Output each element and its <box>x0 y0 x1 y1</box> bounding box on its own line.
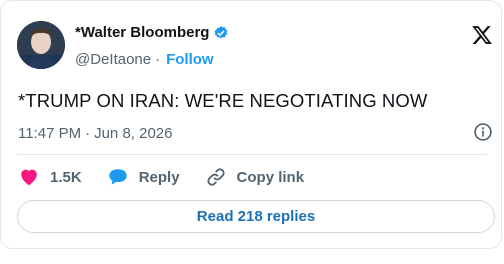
like-button[interactable]: 1.5K <box>18 166 82 188</box>
handle-row: @DeItaone · Follow <box>75 51 214 68</box>
avatar[interactable] <box>17 21 65 69</box>
copy-link-button[interactable]: Copy link <box>205 166 305 188</box>
reply-button[interactable]: Reply <box>107 166 180 188</box>
heart-icon <box>21 169 37 186</box>
like-count: 1.5K <box>50 168 82 186</box>
link-icon <box>206 168 225 186</box>
tweet-timestamp[interactable]: 11:47 PM · Jun 8, 2026 <box>18 125 173 142</box>
divider <box>17 154 487 155</box>
display-name[interactable]: *Walter Bloomberg <box>75 24 209 41</box>
read-replies-button[interactable]: Read 218 replies <box>17 200 495 233</box>
tweet-card: *Walter Bloomberg @DeItaone · Follow *TR… <box>0 0 502 249</box>
tweet-date: Jun 8, 2026 <box>94 125 173 142</box>
handle[interactable]: @DeItaone <box>75 51 151 68</box>
reply-bubble-icon <box>108 169 127 185</box>
tweet-time: 11:47 PM <box>18 125 82 142</box>
timestamp-separator: · <box>85 125 91 142</box>
follow-button[interactable]: Follow <box>166 51 214 68</box>
verified-badge-icon <box>213 25 229 41</box>
info-icon[interactable] <box>473 122 493 142</box>
action-bar: 1.5K Reply Copy link <box>18 166 329 188</box>
tweet-text: *TRUMP ON IRAN: WE'RE NEGOTIATING NOW <box>18 90 428 111</box>
reply-label: Reply <box>138 168 180 186</box>
separator: · <box>155 51 161 68</box>
copy-link-label: Copy link <box>236 168 305 186</box>
x-logo-icon[interactable] <box>471 24 493 46</box>
author-name-row: *Walter Bloomberg <box>75 24 229 41</box>
